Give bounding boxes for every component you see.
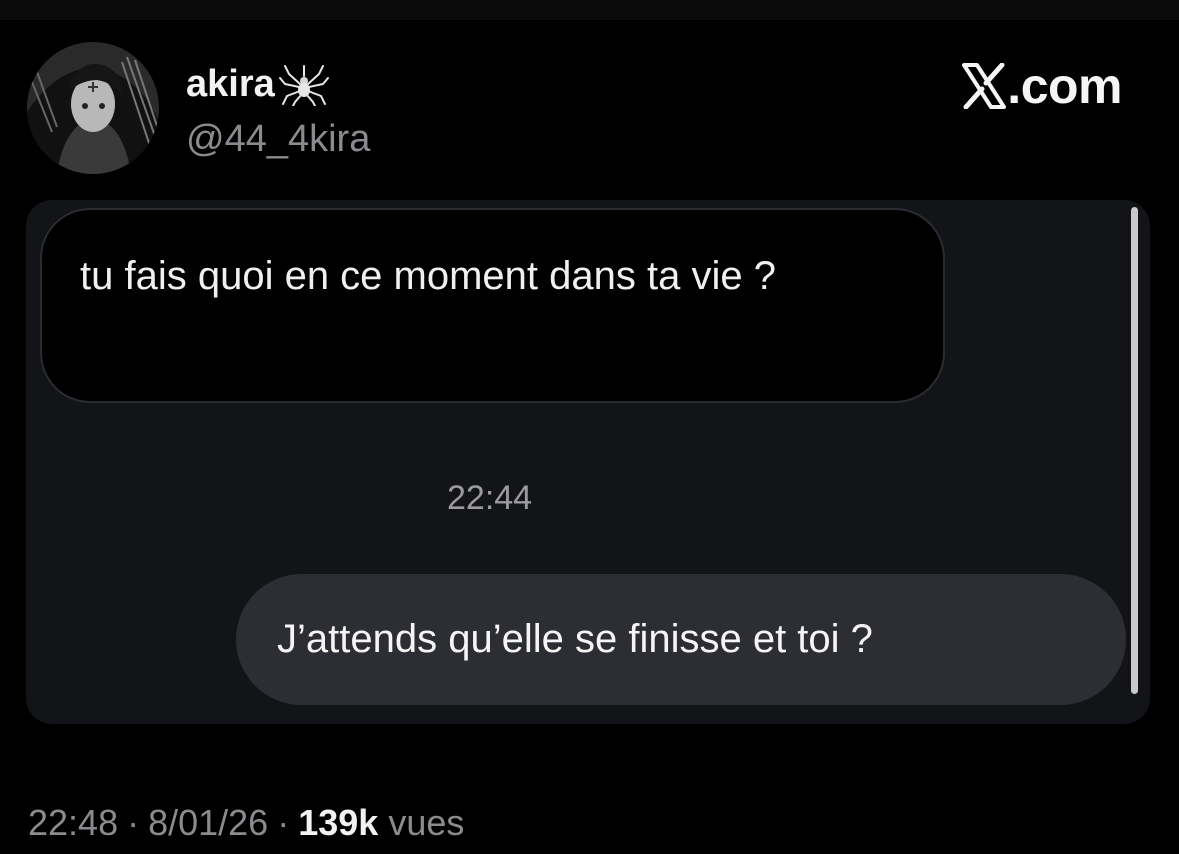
outgoing-message-text: J’attends qu’elle se finisse et toi ? bbox=[277, 617, 873, 661]
avatar[interactable] bbox=[27, 42, 159, 174]
post-date[interactable]: 8/01/26 bbox=[148, 802, 268, 843]
display-name-text: akira bbox=[186, 63, 275, 105]
message-timestamp: 22:44 bbox=[447, 479, 533, 517]
post-metadata: 22:48 · 8/01/26 · 139k vues bbox=[28, 800, 464, 846]
display-name[interactable]: akira bbox=[186, 62, 329, 106]
views-label: vues bbox=[388, 802, 465, 843]
post-time[interactable]: 22:48 bbox=[28, 802, 118, 843]
avatar-image bbox=[27, 42, 159, 174]
separator: · bbox=[127, 802, 140, 843]
spider-icon bbox=[278, 65, 329, 106]
brand-text: .com bbox=[1007, 58, 1122, 114]
scrollbar[interactable] bbox=[1131, 207, 1138, 694]
separator: · bbox=[277, 802, 290, 843]
incoming-message-text: tu fais quoi en ce moment dans ta vie ? bbox=[80, 254, 776, 298]
views-count: 139k bbox=[298, 802, 379, 843]
user-handle[interactable]: @44_4kira bbox=[186, 117, 370, 161]
top-strip bbox=[0, 0, 1179, 20]
x-logo-icon bbox=[962, 63, 1007, 109]
x-brand: .com bbox=[962, 58, 1122, 114]
